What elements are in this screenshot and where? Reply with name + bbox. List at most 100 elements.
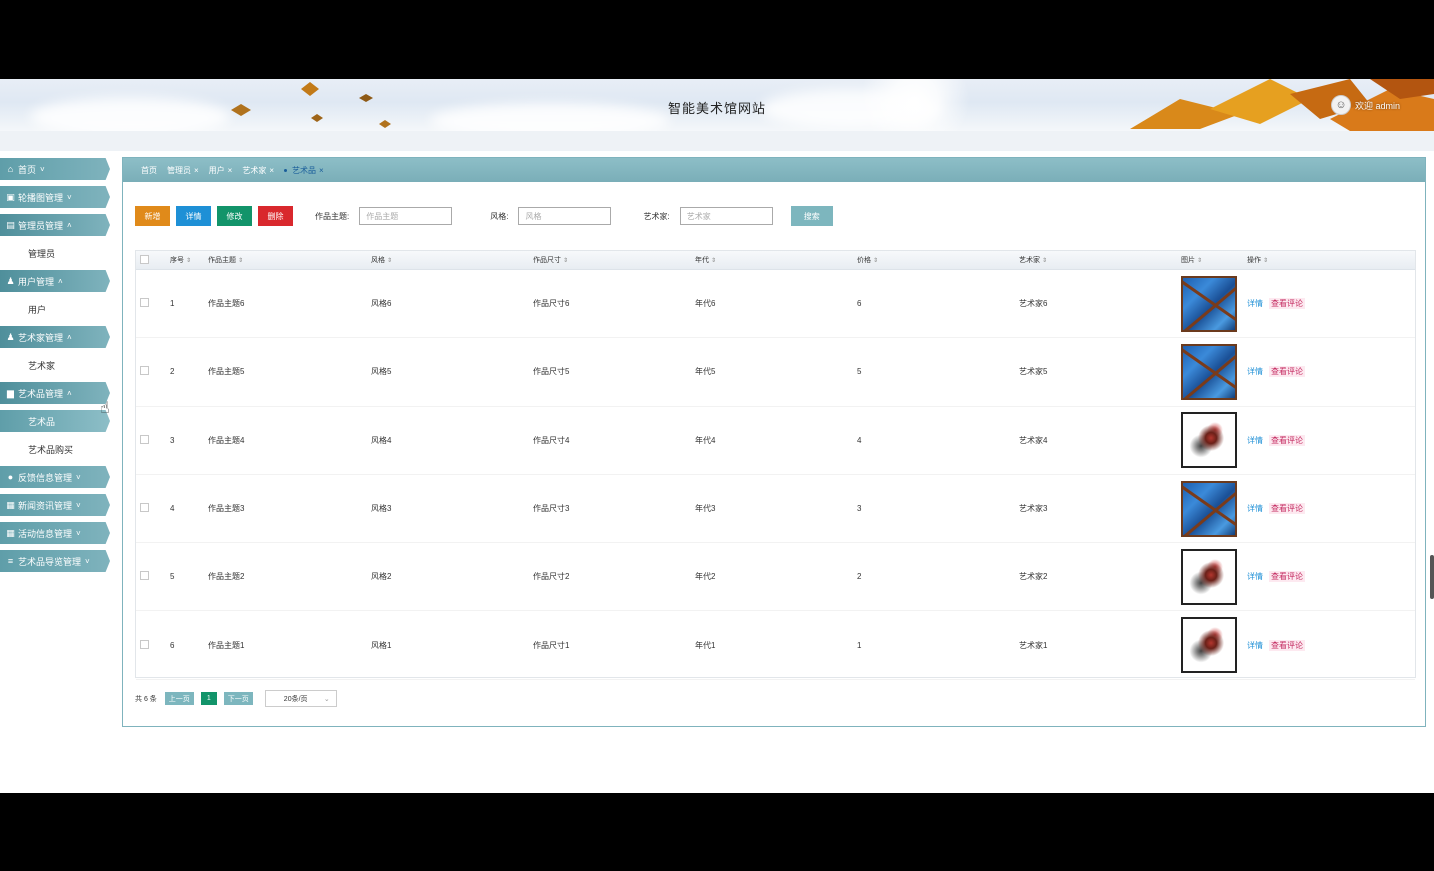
table-row[interactable]: 3 作品主题4 风格4 作品尺寸4 年代4 4 艺术家4 详情 查看评论 <box>136 407 1415 475</box>
view-detail-link[interactable]: 详情 <box>1247 572 1263 581</box>
table-row[interactable]: 6 作品主题1 风格1 作品尺寸1 年代1 1 艺术家1 详情 查看评论 <box>136 611 1415 680</box>
add-button[interactable]: 新增 <box>135 206 170 226</box>
tab-0[interactable]: 首页 <box>141 165 157 176</box>
cell-no: 1 <box>170 299 175 309</box>
row-checkbox[interactable] <box>140 571 149 581</box>
cell-era: 年代3 <box>695 504 716 514</box>
sidebar-item-9[interactable]: 艺术品 <box>0 410 110 432</box>
chevron-up-icon: ˄ <box>67 332 72 342</box>
user-icon: ♟ <box>6 331 15 342</box>
column-header[interactable]: 价格 ⇕ <box>853 255 1015 265</box>
theme-filter-input[interactable] <box>359 207 453 225</box>
sidebar-menu-11[interactable]: ● 反馈信息管理 ˅ <box>0 466 110 488</box>
column-header[interactable]: 年代 ⇕ <box>691 255 853 265</box>
select-all-checkbox[interactable] <box>140 254 149 264</box>
artwork-thumbnail[interactable] <box>1181 412 1237 469</box>
sidebar-menu-2[interactable]: ▤ 管理员管理 ˄ <box>0 214 110 236</box>
artwork-thumbnail[interactable] <box>1181 617 1237 674</box>
row-checkbox[interactable] <box>140 503 149 513</box>
view-comments-link[interactable]: 查看评论 <box>1269 571 1305 583</box>
sidebar-item-5[interactable]: 用户 <box>0 298 110 320</box>
artwork-thumbnail[interactable] <box>1181 343 1237 400</box>
table-row[interactable]: 2 作品主题5 风格5 作品尺寸5 年代5 5 艺术家5 详情 查看评论 <box>136 338 1415 407</box>
sidebar-item-3[interactable]: 管理员 <box>0 242 110 264</box>
circle-icon: ● <box>7 471 14 482</box>
view-detail-link[interactable]: 详情 <box>1247 367 1263 376</box>
sidebar-menu-1[interactable]: ▣ 轮播图管理 ˅ <box>0 186 110 208</box>
sidebar-item-10[interactable]: 艺术品购买 <box>0 438 110 460</box>
sort-icon: ⇕ <box>1197 258 1203 264</box>
artist-filter-input[interactable] <box>679 207 773 225</box>
view-comments-link[interactable]: 查看评论 <box>1269 366 1305 378</box>
sidebar-menu-6[interactable]: ♟ 艺术家管理 ˄ <box>0 326 110 348</box>
column-header[interactable]: 图片 ⇕ <box>1177 255 1243 265</box>
column-header[interactable]: 序号 ⇕ <box>166 255 204 265</box>
close-icon[interactable]: × <box>319 166 324 175</box>
column-header[interactable]: 艺术家 ⇕ <box>1015 255 1177 265</box>
sidebar-menu-13[interactable]: ▦ 活动信息管理 ˅ <box>0 522 110 544</box>
cell-no: 2 <box>170 367 175 377</box>
cell-actions: 详情 查看评论 <box>1243 366 1363 378</box>
close-icon[interactable]: × <box>228 166 233 175</box>
user-menu[interactable]: ☺ 欢迎 admin <box>1330 95 1400 115</box>
table-body: 1 作品主题6 风格6 作品尺寸6 年代6 6 艺术家6 详情 查看评论 2 作品主题5 风格5 作品尺… <box>136 270 1415 680</box>
cell-image <box>1177 480 1243 537</box>
close-icon[interactable]: × <box>194 166 199 175</box>
table-row[interactable]: 4 作品主题3 风格3 作品尺寸3 年代3 3 艺术家3 详情 查看评论 <box>136 475 1415 544</box>
tab-3[interactable]: 艺术家 × <box>242 165 274 176</box>
avatar[interactable]: ☺ <box>1330 95 1351 115</box>
cell-no: 4 <box>170 504 175 514</box>
detail-button[interactable]: 详情 <box>176 206 211 226</box>
view-comments-link[interactable]: 查看评论 <box>1269 298 1305 310</box>
header-banner: 智能美术馆网站 ☺ 欢迎 admin <box>0 79 1434 131</box>
row-checkbox[interactable] <box>140 298 149 308</box>
table-row[interactable]: 1 作品主题6 风格6 作品尺寸6 年代6 6 艺术家6 详情 查看评论 <box>136 270 1415 339</box>
view-comments-link[interactable]: 查看评论 <box>1269 639 1305 651</box>
row-checkbox[interactable] <box>140 639 149 649</box>
next-page-button[interactable]: 下一页 <box>223 692 253 705</box>
artwork-thumbnail[interactable] <box>1181 275 1237 332</box>
sidebar-item-7[interactable]: 艺术家 <box>0 354 110 376</box>
sidebar-menu-4[interactable]: ♟ 用户管理 ˄ <box>0 270 110 292</box>
column-header[interactable]: 操作 ⇕ <box>1243 255 1363 265</box>
view-comments-link[interactable]: 查看评论 <box>1269 503 1305 515</box>
chevron-down-icon: ˅ <box>76 528 81 538</box>
artwork-thumbnail[interactable] <box>1181 548 1237 605</box>
row-checkbox[interactable] <box>140 366 149 376</box>
sidebar-menu-0[interactable]: ⌂ 首页 ˅ <box>0 158 110 180</box>
sidebar-menu-8[interactable]: ▆ 艺术品管理 ˄ <box>0 382 110 404</box>
style-filter-input[interactable] <box>518 207 612 225</box>
search-button[interactable]: 搜索 <box>790 206 833 226</box>
scrollbar-thumb[interactable] <box>1430 555 1434 599</box>
row-select-cell <box>136 298 166 309</box>
tab-4[interactable]: 艺术品 × <box>284 165 324 176</box>
edit-button[interactable]: 修改 <box>217 206 252 226</box>
tab-1[interactable]: 管理员 × <box>167 165 199 176</box>
view-detail-link[interactable]: 详情 <box>1247 436 1263 445</box>
cell-image <box>1177 548 1243 605</box>
close-icon[interactable]: × <box>269 166 274 175</box>
column-header[interactable]: 作品主题 ⇕ <box>204 255 367 265</box>
delete-button[interactable]: 删除 <box>258 206 293 226</box>
sidebar-menu-14[interactable]: ≡ 艺术品导览管理 ˅ <box>0 550 110 572</box>
leaf-decoration-icon <box>379 120 391 128</box>
view-detail-link[interactable]: 详情 <box>1247 504 1263 513</box>
column-header[interactable]: 风格 ⇕ <box>367 255 529 265</box>
artist-filter-label: 艺术家: <box>643 211 670 221</box>
cell-style: 风格2 <box>371 572 392 582</box>
cell-theme: 作品主题2 <box>208 572 245 582</box>
cell-actions: 详情 查看评论 <box>1243 571 1363 583</box>
page-size-select[interactable]: 20条/页 ⌄ <box>264 690 337 707</box>
column-header[interactable]: 作品尺寸 ⇕ <box>529 255 691 265</box>
view-detail-link[interactable]: 详情 <box>1247 299 1263 308</box>
sidebar-menu-12[interactable]: ▦ 新闻资讯管理 ˅ <box>0 494 110 516</box>
prev-page-button[interactable]: 上一页 <box>164 692 194 705</box>
artwork-thumbnail[interactable] <box>1181 480 1237 537</box>
sort-icon: ⇕ <box>563 258 569 264</box>
view-detail-link[interactable]: 详情 <box>1247 641 1263 650</box>
row-checkbox[interactable] <box>140 434 149 444</box>
view-comments-link[interactable]: 查看评论 <box>1269 434 1305 446</box>
table-row[interactable]: 5 作品主题2 风格2 作品尺寸2 年代2 2 艺术家2 详情 查看评论 <box>136 543 1415 612</box>
page-number-current[interactable]: 1 <box>200 692 217 705</box>
tab-2[interactable]: 用户 × <box>209 165 233 176</box>
